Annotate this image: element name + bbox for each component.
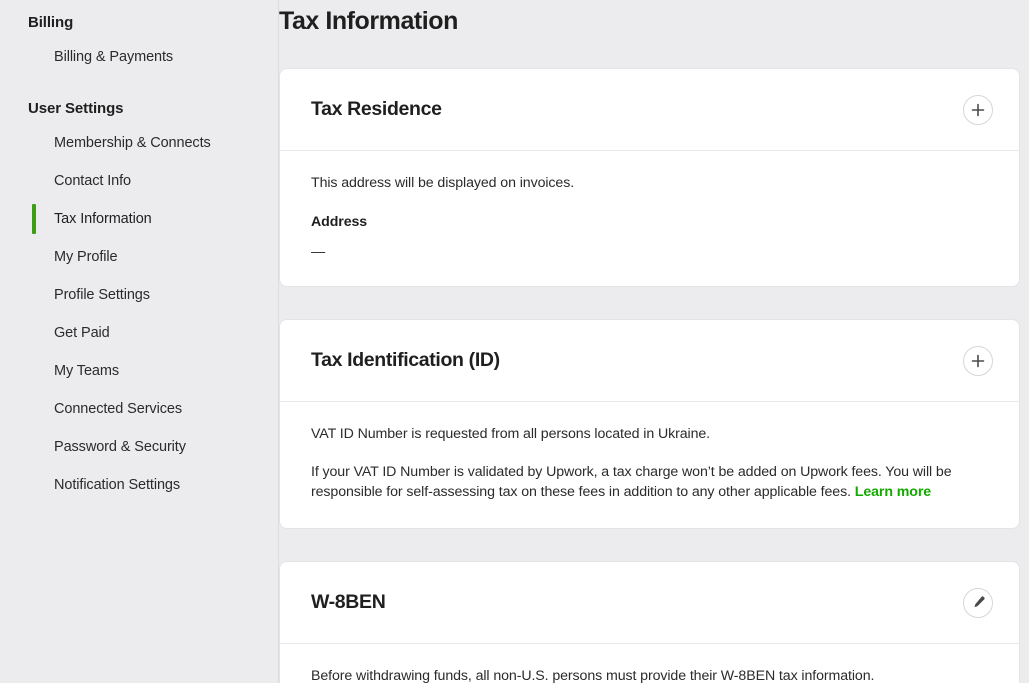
address-label: Address — [311, 214, 988, 230]
sidebar-item-label: Membership & Connects — [54, 135, 211, 151]
sidebar-section-spacer — [0, 76, 278, 94]
edit-w8ben-button[interactable] — [963, 588, 993, 618]
sidebar-item-connected-services[interactable]: Connected Services — [0, 390, 278, 428]
page-title: Tax Information — [279, 0, 458, 36]
sidebar-item-notification-settings[interactable]: Notification Settings — [0, 466, 278, 504]
add-tax-identification-button[interactable] — [963, 346, 993, 376]
sidebar-item-label: Tax Information — [54, 211, 152, 227]
sidebar-item-membership-connects[interactable]: Membership & Connects — [0, 124, 278, 162]
sidebar-item-label: Billing & Payments — [54, 49, 173, 65]
address-value: — — [311, 244, 988, 260]
card-header: Tax Identification (ID) — [280, 320, 1019, 402]
card-body: Before withdrawing funds, all non-U.S. p… — [280, 644, 1019, 683]
sidebar-item-label: Password & Security — [54, 439, 186, 455]
sidebar-item-label: Notification Settings — [54, 477, 180, 493]
w8ben-intro: Before withdrawing funds, all non-U.S. p… — [311, 666, 988, 683]
sidebar-item-profile-settings[interactable]: Profile Settings — [0, 276, 278, 314]
sidebar-item-label: Get Paid — [54, 325, 110, 341]
card-title-tax-identification: Tax Identification (ID) — [311, 349, 500, 372]
sidebar-item-contact-info[interactable]: Contact Info — [0, 162, 278, 200]
card-title-tax-residence: Tax Residence — [311, 98, 442, 121]
card-body: VAT ID Number is requested from all pers… — [280, 402, 1019, 528]
sidebar-item-label: Profile Settings — [54, 287, 150, 303]
sidebar-section-user-settings-title: User Settings — [0, 94, 278, 124]
sidebar-item-my-profile[interactable]: My Profile — [0, 238, 278, 276]
plus-icon — [971, 103, 985, 117]
sidebar-item-password-security[interactable]: Password & Security — [0, 428, 278, 466]
card-tax-residence: Tax Residence This address will be displ… — [279, 68, 1020, 287]
settings-page: Billing Billing & Payments User Settings… — [0, 0, 1029, 683]
tax-residence-intro: This address will be displayed on invoic… — [311, 173, 988, 193]
main-content: Tax Information Tax Residence This ad — [279, 0, 1029, 683]
learn-more-link[interactable]: Learn more — [855, 484, 931, 500]
card-title-w8ben: W-8BEN — [311, 591, 385, 614]
plus-icon — [971, 354, 985, 368]
add-tax-residence-button[interactable] — [963, 95, 993, 125]
card-w8ben: W-8BEN Before withdrawing funds, all non… — [279, 561, 1020, 683]
settings-sidebar: Billing Billing & Payments User Settings… — [0, 0, 279, 683]
sidebar-top-spacer — [0, 0, 278, 8]
vat-id-intro: VAT ID Number is requested from all pers… — [311, 424, 988, 444]
card-header: Tax Residence — [280, 69, 1019, 151]
card-body: This address will be displayed on invoic… — [280, 151, 1019, 286]
sidebar-item-billing-payments[interactable]: Billing & Payments — [0, 38, 278, 76]
vat-id-details: If your VAT ID Number is validated by Up… — [311, 462, 988, 502]
sidebar-section-billing-title: Billing — [0, 8, 278, 38]
sidebar-item-label: Contact Info — [54, 173, 131, 189]
pencil-icon — [971, 595, 986, 610]
sidebar-item-label: My Teams — [54, 363, 119, 379]
sidebar-item-label: My Profile — [54, 249, 117, 265]
cards-container: Tax Residence This address will be displ… — [279, 68, 1020, 683]
sidebar-item-get-paid[interactable]: Get Paid — [0, 314, 278, 352]
card-header: W-8BEN — [280, 562, 1019, 644]
sidebar-item-label: Connected Services — [54, 401, 182, 417]
card-tax-identification: Tax Identification (ID) VAT ID Number is… — [279, 319, 1020, 529]
sidebar-item-tax-information[interactable]: Tax Information — [0, 200, 278, 238]
sidebar-item-my-teams[interactable]: My Teams — [0, 352, 278, 390]
